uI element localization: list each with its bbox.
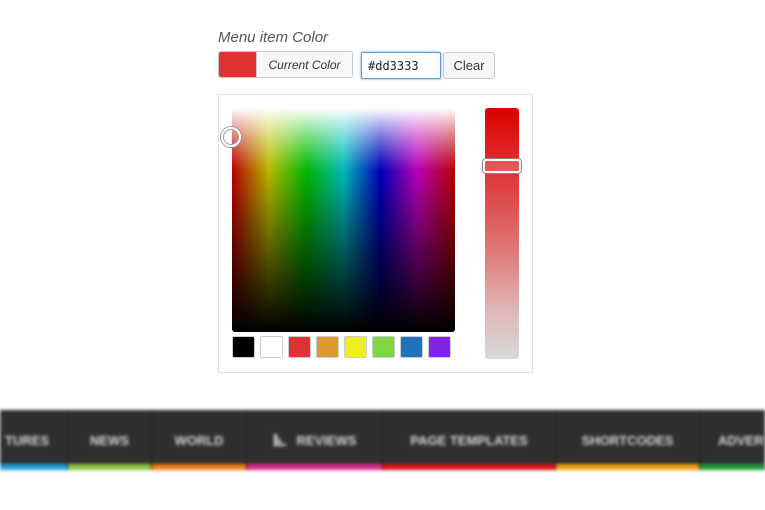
palette-swatch[interactable]: [372, 336, 395, 358]
current-color-button[interactable]: Current Color: [218, 51, 353, 78]
color-field[interactable]: [232, 108, 455, 332]
menu-item-label: REVIEWS: [296, 432, 357, 448]
menu-item[interactable]: NEWS: [68, 410, 152, 470]
menu-item[interactable]: ADVER: [700, 410, 765, 470]
hex-color-input[interactable]: [361, 52, 441, 79]
slider-handle[interactable]: [483, 159, 521, 173]
saturation-slider[interactable]: [485, 108, 519, 359]
clear-button[interactable]: Clear: [443, 52, 495, 79]
menu-color-bar: [247, 464, 382, 470]
palette-swatch[interactable]: [288, 336, 311, 358]
palette-swatch[interactable]: [344, 336, 367, 358]
palette-swatch[interactable]: [260, 336, 283, 358]
current-color-label: Current Color: [256, 52, 352, 77]
menu-item[interactable]: REVIEWS: [247, 410, 383, 470]
menu-item[interactable]: TURES: [0, 410, 68, 470]
menu-color-bar: [556, 464, 699, 470]
menu-color-bar: [0, 464, 67, 470]
color-picker-panel: [218, 94, 533, 373]
menu-color-bar: [68, 464, 151, 470]
color-field-handle[interactable]: [221, 127, 241, 147]
palette-swatch[interactable]: [232, 336, 255, 358]
menu-item-label: PAGE TEMPLATES: [410, 432, 528, 448]
field-label: Menu item Color: [218, 29, 329, 46]
menu-color-bar: [152, 464, 246, 470]
palette-swatch[interactable]: [428, 336, 451, 358]
menu-item[interactable]: WORLD: [152, 410, 247, 470]
menu-item[interactable]: SHORTCODES: [556, 410, 700, 470]
menu-item-label: NEWS: [90, 432, 129, 448]
chart-icon: [273, 434, 286, 446]
menu-item-label: WORLD: [174, 432, 224, 448]
menu-item-label: SHORTCODES: [581, 432, 674, 448]
palette: [232, 336, 451, 358]
palette-swatch[interactable]: [400, 336, 423, 358]
menu-color-bar: [700, 464, 764, 470]
current-color-swatch: [219, 52, 256, 77]
palette-swatch[interactable]: [316, 336, 339, 358]
nav-menu: TURES NEWS WORLD REVIEWS PAGE TEMPLATES SHORT…: [0, 410, 765, 470]
menu-item-label: TURES: [4, 432, 49, 448]
menu-color-bar: [383, 464, 555, 470]
menu-item[interactable]: PAGE TEMPLATES: [383, 410, 556, 470]
menu-item-label: ADVER: [718, 432, 764, 448]
